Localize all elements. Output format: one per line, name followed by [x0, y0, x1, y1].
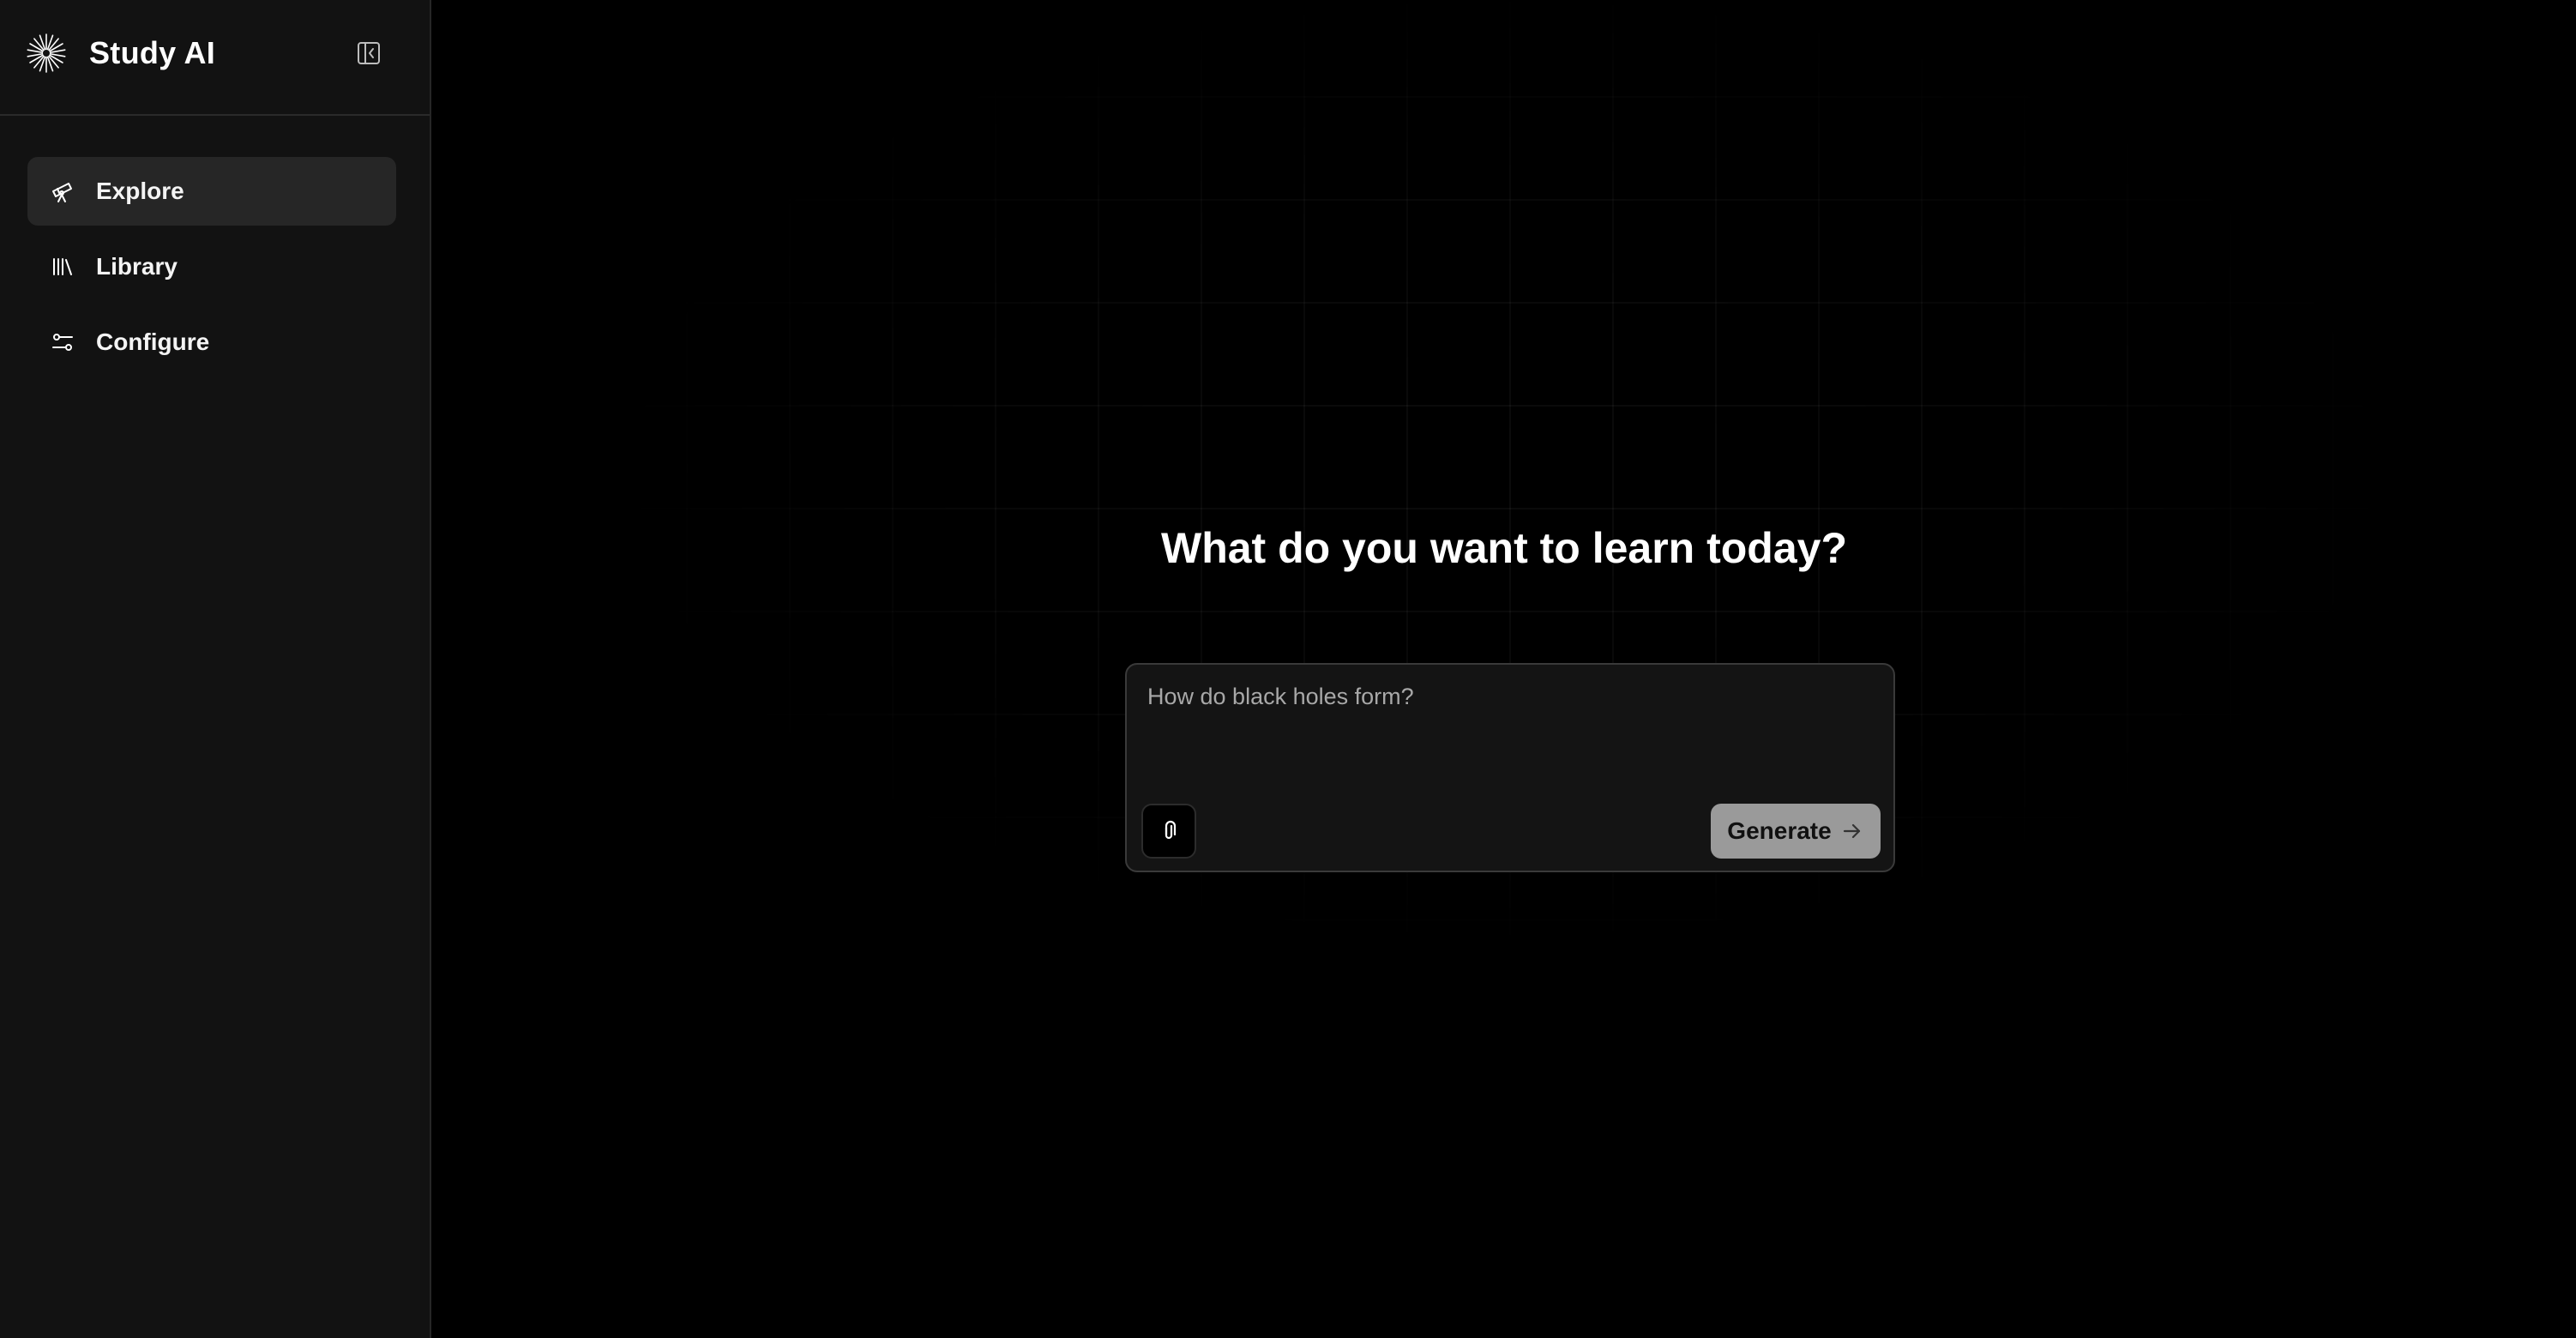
- app-title: Study AI: [89, 35, 216, 70]
- prompt-input[interactable]: [1147, 684, 1876, 787]
- sidebar: Study AI Explore Library Configure: [0, 0, 431, 1338]
- sidebar-collapse-icon: [358, 42, 380, 64]
- sliders-icon: [48, 328, 77, 357]
- sidebar-item-label: Explore: [96, 178, 184, 204]
- sidebar-header: Study AI: [0, 0, 430, 116]
- sidebar-nav: Explore Library Configure: [27, 157, 396, 383]
- paperclip-icon: [1165, 820, 1177, 840]
- sidebar-item-configure[interactable]: Configure: [27, 308, 396, 377]
- page-title: What do you want to learn today?: [1161, 524, 1847, 572]
- generate-button[interactable]: Generate: [1711, 804, 1881, 859]
- sidebar-item-explore[interactable]: Explore: [27, 157, 396, 226]
- attach-button[interactable]: [1141, 804, 1196, 859]
- telescope-icon: [48, 177, 77, 206]
- generate-label: Generate: [1727, 817, 1832, 844]
- main-content: What do you want to learn today? Generat…: [432, 0, 2576, 1338]
- sidebar-item-library[interactable]: Library: [27, 232, 396, 301]
- prompt-box: Generate: [1125, 663, 1895, 872]
- library-icon: [48, 252, 77, 281]
- sidebar-item-label: Configure: [96, 328, 210, 355]
- arrow-right-icon: [1840, 819, 1864, 843]
- app-window: Study AI Explore Library Configure What …: [0, 0, 2576, 1338]
- sidebar-collapse-button[interactable]: [352, 36, 386, 70]
- sidebar-item-label: Library: [96, 253, 178, 280]
- sunburst-logo-icon: [27, 33, 66, 73]
